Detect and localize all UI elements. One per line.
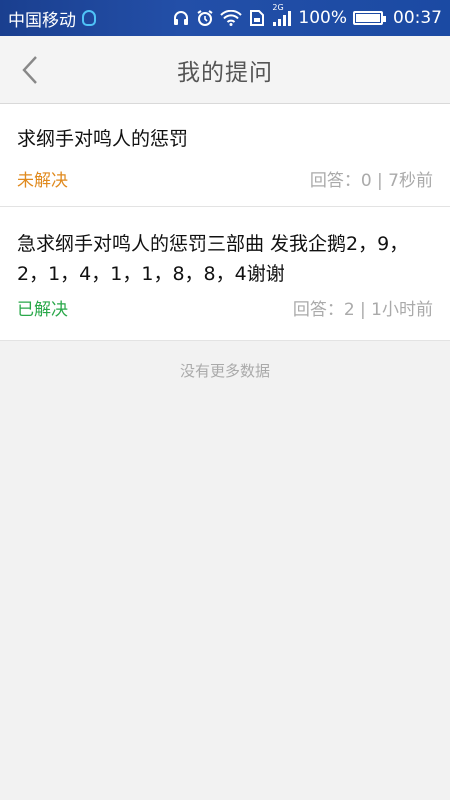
status-bar: 中国移动 2G 100% 00:37 [0,0,450,36]
battery-fill [356,14,380,22]
question-item[interactable]: 求纲手对鸣人的惩罚 未解决 回答：0 | 7秒前 [0,104,450,207]
battery-icon [353,11,386,25]
sim-icon [248,9,266,27]
question-text: 急求纲手对鸣人的惩罚三部曲 发我企鹅2，9，2，1，4，1，1，8，8，4谢谢 [17,233,409,285]
chevron-left-icon [22,56,37,84]
answer-info: 回答：2 | 1小时前 [292,300,433,320]
page-title: 我的提问 [177,59,273,86]
carrier-name: 中国移动 [8,10,76,31]
status-icons: 2G 100% 00:37 [172,3,442,28]
back-button[interactable] [10,50,50,90]
question-meta: 未解决 回答：0 | 7秒前 [17,166,433,191]
no-more-data-label: 没有更多数据 [179,362,270,380]
answer-info: 回答：0 | 7秒前 [309,171,433,191]
qq-icon [82,10,96,26]
network-type: 2G [272,3,284,12]
question-meta: 已解决 回答：2 | 1小时前 [17,295,433,320]
signal-icon: 2G [272,3,292,26]
question-list: 求纲手对鸣人的惩罚 未解决 回答：0 | 7秒前 急求纲手对鸣人的惩罚三部曲 发… [0,104,450,341]
status-badge: 未解决 [17,171,68,191]
header-bar: 我的提问 [0,36,450,104]
headphones-icon [172,9,190,27]
question-text: 求纲手对鸣人的惩罚 [17,128,189,150]
carrier-group: 中国移动 [8,6,96,31]
battery-percent: 100% [298,8,347,28]
status-badge: 已解决 [17,300,68,320]
wifi-icon [220,10,243,26]
alarm-icon [196,9,214,27]
clock-time: 00:37 [393,8,442,28]
question-item[interactable]: 急求纲手对鸣人的惩罚三部曲 发我企鹅2，9，2，1，4，1，1，8，8，4谢谢 … [0,207,450,341]
